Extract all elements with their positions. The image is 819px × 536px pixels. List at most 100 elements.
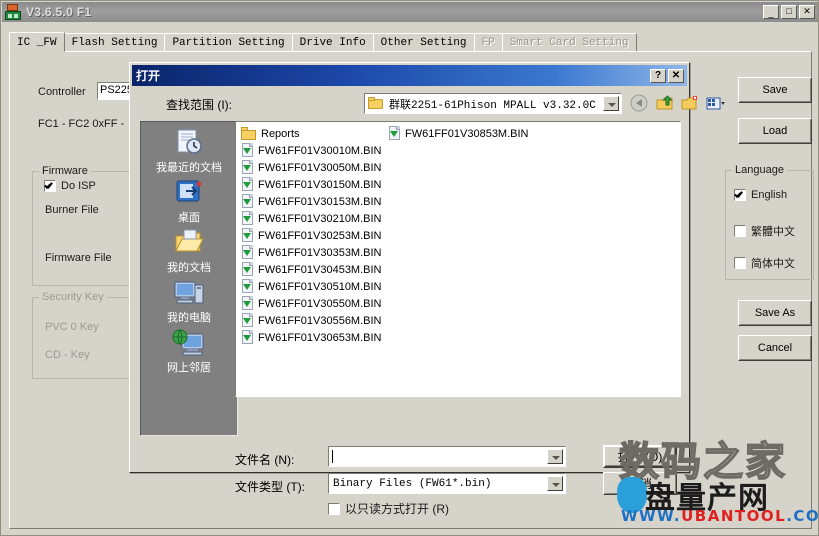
recent-documents-icon [172,128,206,158]
firmware-file-label: Firmware File [45,252,112,264]
controller-label: Controller [38,86,86,98]
bin-file-icon [241,160,254,175]
do-isp-label: Do ISP [61,180,96,192]
list-item[interactable]: FW61FF01V30253M.BIN [239,227,382,244]
tab-other-setting[interactable]: Other Setting [373,33,475,52]
do-isp-check-icon [44,180,56,192]
chevron-down-icon[interactable] [547,449,563,464]
folder-icon [368,97,384,110]
list-item[interactable]: Reports [239,125,382,142]
load-button[interactable]: Load [738,118,812,144]
window-title-bar: V3.6.5.0 F1 _ □ ✕ [2,2,818,22]
place-label: 网上邻居 [167,359,211,375]
save-button[interactable]: Save [738,77,812,103]
place-label: 桌面 [178,209,200,225]
minimize-button[interactable]: _ [763,5,779,19]
language-traditional-chinese-checkbox[interactable]: 繁體中文 [734,223,795,239]
close-button[interactable]: ✕ [799,5,815,19]
list-item[interactable]: FW61FF01V30153M.BIN [239,193,382,210]
file-list-view[interactable]: Reports FW61FF01V30010M.BIN FW61FF01V300… [235,121,681,397]
bin-file-icon [241,330,254,345]
simplified-chinese-check-icon [734,257,746,269]
bin-file-icon [388,126,401,141]
list-item[interactable]: FW61FF01V30010M.BIN [239,142,382,159]
place-network-places[interactable]: 网上邻居 [141,328,237,375]
file-name: FW61FF01V30556M.BIN [258,315,382,327]
fc-range-label: FC1 - FC2 0xFF - [38,118,124,130]
bin-file-icon [241,211,254,226]
chevron-down-icon[interactable] [547,476,563,491]
file-type-combobox[interactable]: Binary Files (FW61*.bin) [328,473,566,494]
folder-icon [241,127,257,141]
file-name-input[interactable] [328,446,566,467]
look-in-combobox[interactable]: 群联2251-61Phison MPALL v3.32.0C [364,93,622,114]
list-item[interactable]: FW61FF01V30550M.BIN [239,295,382,312]
cd-key-label: CD - Key [45,349,90,361]
tab-partition-setting[interactable]: Partition Setting [164,33,292,52]
tab-smart-card-setting: Smart Card Setting [502,33,637,52]
open-readonly-label: 以只读方式打开 (R) [345,500,449,517]
tab-drive-info[interactable]: Drive Info [292,33,374,52]
file-name: FW61FF01V30153M.BIN [258,196,382,208]
list-item[interactable]: FW61FF01V30510M.BIN [239,278,382,295]
list-item[interactable]: FW61FF01V30556M.BIN [239,312,382,329]
dialog-close-button[interactable]: ✕ [668,69,684,83]
file-name-label: 文件名 (N): [235,451,294,468]
save-as-button[interactable]: Save As [738,300,812,326]
bin-file-icon [241,313,254,328]
dialog-toolbar [630,94,725,112]
tab-fp: FP [474,33,503,52]
close-icon: ✕ [669,70,683,82]
desktop-icon [172,178,206,208]
tab-ic-fw[interactable]: IC _FW [9,32,65,52]
language-group-title: Language [732,164,787,176]
list-item[interactable]: FW61FF01V30050M.BIN [239,159,382,176]
list-item[interactable]: FW61FF01V30853M.BIN [386,125,529,142]
file-name: FW61FF01V30510M.BIN [258,281,382,293]
dialog-cancel-button[interactable]: 取消 [603,472,677,495]
new-folder-icon[interactable] [680,94,700,112]
dialog-help-button[interactable]: ? [650,69,666,83]
cancel-button[interactable]: Cancel [738,335,812,361]
place-recent-documents[interactable]: 我最近的文档 [141,128,237,175]
bin-file-icon [241,262,254,277]
list-item[interactable]: FW61FF01V30353M.BIN [239,244,382,261]
window-title: V3.6.5.0 F1 [26,5,91,19]
list-item[interactable]: FW61FF01V30653M.BIN [239,329,382,346]
maximize-icon: □ [782,7,796,16]
security-key-group-title: Security Key [39,291,107,303]
bin-file-icon [241,194,254,209]
list-item[interactable]: FW61FF01V30453M.BIN [239,261,382,278]
bin-file-icon [241,228,254,243]
dialog-title: 打开 [136,67,160,84]
do-isp-checkbox[interactable]: Do ISP [44,180,96,192]
file-name: FW61FF01V30353M.BIN [258,247,382,259]
my-computer-icon [172,278,206,308]
language-simplified-chinese-checkbox[interactable]: 简体中文 [734,255,795,271]
readonly-check-icon [328,503,340,515]
back-icon[interactable] [630,94,650,112]
minimize-icon: _ [764,9,778,18]
views-icon[interactable] [705,94,725,112]
tab-flash-setting[interactable]: Flash Setting [64,33,166,52]
firmware-group-title: Firmware [39,165,91,177]
place-desktop[interactable]: 桌面 [141,178,237,225]
language-english-checkbox[interactable]: English [734,189,787,201]
file-name: FW61FF01V30253M.BIN [258,230,382,242]
file-type-value: Binary Files (FW61*.bin) [333,478,491,490]
place-my-computer[interactable]: 我的电脑 [141,278,237,325]
list-item[interactable]: FW61FF01V30210M.BIN [239,210,382,227]
up-one-level-icon[interactable] [655,94,675,112]
maximize-button[interactable]: □ [781,5,797,19]
open-readonly-checkbox[interactable]: 以只读方式打开 (R) [328,500,449,517]
list-item[interactable]: FW61FF01V30150M.BIN [239,176,382,193]
place-label: 我的电脑 [167,309,211,325]
language-traditional-chinese-label: 繁體中文 [751,223,795,239]
bin-file-icon [241,279,254,294]
chevron-down-icon[interactable] [603,96,619,111]
network-places-icon [172,328,206,358]
file-name: FW61FF01V30010M.BIN [258,145,382,157]
dialog-open-button[interactable]: 打开 (O) [603,445,677,468]
place-my-documents[interactable]: 我的文档 [141,228,237,275]
file-name: FW61FF01V30653M.BIN [258,332,382,344]
